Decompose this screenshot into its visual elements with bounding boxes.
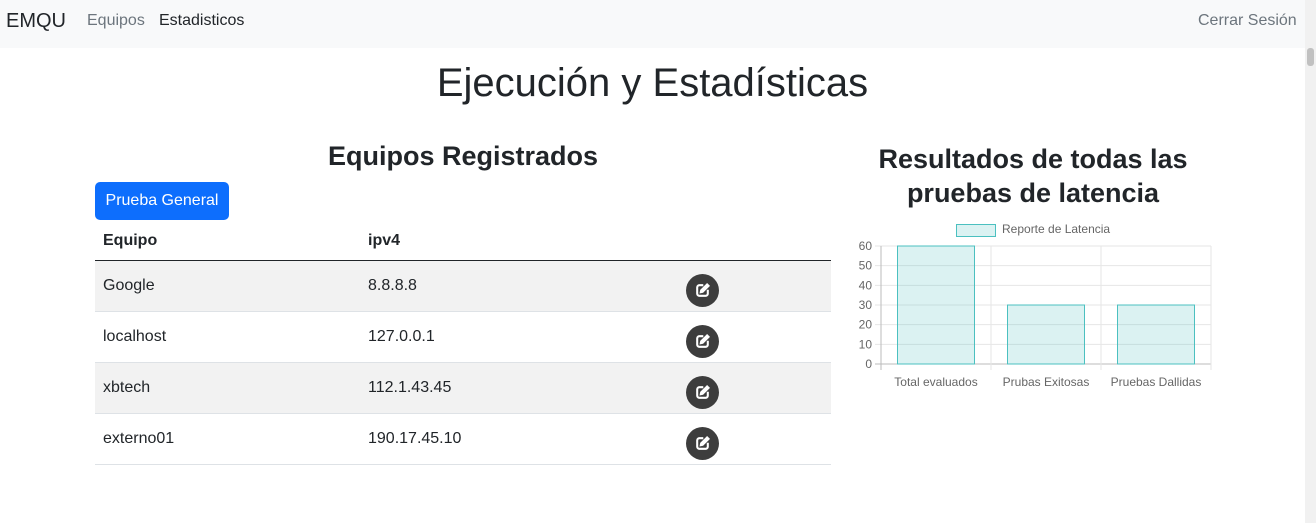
edit-cell xyxy=(678,413,831,465)
stats-heading: Resultados de todas las pruebas de laten… xyxy=(878,144,1188,208)
edit-icon xyxy=(696,384,711,399)
table-row: xbtech 112.1.43.45 xyxy=(95,362,831,414)
y-tick-label: 20 xyxy=(859,318,873,332)
brand-logo[interactable]: EMQU xyxy=(6,10,66,33)
table-header-row: Equipo ipv4 xyxy=(95,222,831,261)
devices-table: Equipo ipv4 Google 8.8.8.8 localhost 127… xyxy=(95,222,831,465)
edit-button[interactable] xyxy=(686,273,719,307)
general-test-button[interactable]: Prueba General xyxy=(95,182,229,220)
legend-label[interactable]: Reporte de Latencia xyxy=(1002,222,1110,236)
navbar: EMQU Equipos Estadisticos Cerrar Sesión xyxy=(0,0,1305,48)
edit-button[interactable] xyxy=(686,426,719,460)
scrollbar-thumb[interactable] xyxy=(1307,48,1314,66)
edit-cell xyxy=(678,311,831,363)
device-ipv4: 8.8.8.8 xyxy=(360,260,678,312)
nav-link-equipos[interactable]: Equipos xyxy=(87,12,145,30)
y-tick-label: 10 xyxy=(859,337,873,351)
edit-icon xyxy=(696,282,711,297)
page-title: Ejecución y Estadísticas xyxy=(436,61,869,105)
scrollbar[interactable] xyxy=(1305,0,1316,523)
table-row: localhost 127.0.0.1 xyxy=(95,311,831,363)
y-tick-label: 30 xyxy=(859,298,873,312)
y-tick-label: 50 xyxy=(859,259,873,273)
device-name: Google xyxy=(95,260,360,312)
legend-swatch[interactable] xyxy=(956,224,996,237)
y-tick-label: 60 xyxy=(859,239,873,253)
x-tick-label: Total evaluados xyxy=(894,375,977,389)
device-ipv4: 127.0.0.1 xyxy=(360,311,678,363)
y-tick-label: 40 xyxy=(859,278,873,292)
latency-chart: Reporte de Latencia 0 10 20 30 40 50 60 Total e… xyxy=(848,218,1218,398)
x-tick-label: Pruebas Dallidas xyxy=(1111,375,1202,389)
edit-icon xyxy=(696,333,711,348)
chart-plot: 0 10 20 30 40 50 60 Total evaluados Prubas Exito… xyxy=(859,239,1212,389)
column-header-equipo: Equipo xyxy=(95,222,360,261)
column-header-actions xyxy=(678,222,831,261)
y-tick-label: 0 xyxy=(865,357,872,371)
devices-heading: Equipos Registrados xyxy=(327,141,599,171)
device-name: externo01 xyxy=(95,413,360,465)
device-ipv4: 190.17.45.10 xyxy=(360,413,678,465)
device-name: xbtech xyxy=(95,362,360,414)
edit-cell xyxy=(678,362,831,414)
chart-bar xyxy=(1117,304,1195,365)
nav-link-estadisticos[interactable]: Estadisticos xyxy=(159,12,244,30)
x-tick-label: Prubas Exitosas xyxy=(1003,375,1090,389)
device-ipv4: 112.1.43.45 xyxy=(360,362,678,414)
edit-button[interactable] xyxy=(686,375,719,409)
edit-icon xyxy=(696,435,711,450)
edit-cell xyxy=(678,260,831,312)
edit-button[interactable] xyxy=(686,324,719,358)
column-header-ipv4: ipv4 xyxy=(360,222,678,261)
logout-link[interactable]: Cerrar Sesión xyxy=(1198,12,1297,30)
table-row: Google 8.8.8.8 xyxy=(95,260,831,312)
table-row: externo01 190.17.45.10 xyxy=(95,413,831,465)
chart-bar xyxy=(1007,304,1085,365)
chart-bar xyxy=(897,245,975,365)
device-name: localhost xyxy=(95,311,360,363)
